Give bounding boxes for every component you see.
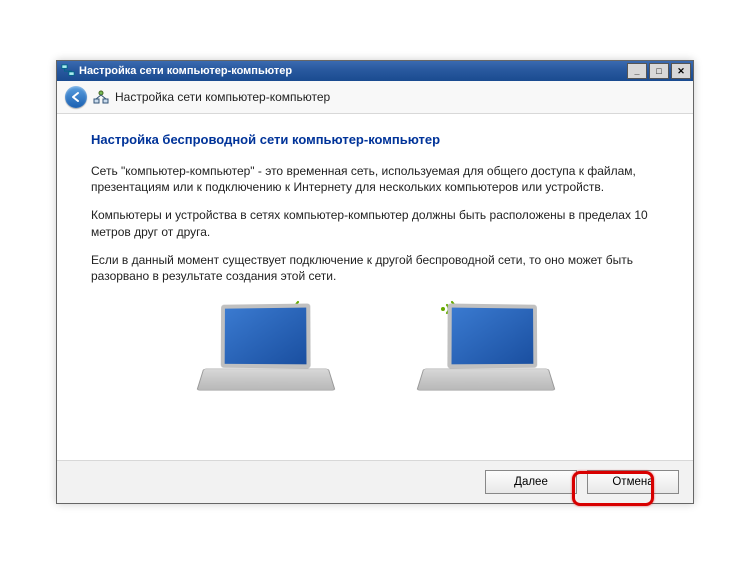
wizard-footer: Далее Отмена (57, 460, 693, 503)
close-button[interactable]: ✕ (671, 63, 691, 79)
wizard-window: Настройка сети компьютер-компьютер _ □ ✕… (56, 60, 694, 504)
titlebar: Настройка сети компьютер-компьютер _ □ ✕ (57, 61, 693, 81)
illustration (91, 296, 659, 406)
laptop-right-icon (410, 296, 560, 406)
adhoc-network-icon (93, 89, 109, 105)
network-setup-icon (61, 64, 75, 78)
page-heading: Настройка беспроводной сети компьютер-ко… (91, 132, 659, 147)
maximize-button[interactable]: □ (649, 63, 669, 79)
description-paragraph-3: Если в данный момент существует подключе… (91, 252, 659, 284)
wizard-content: Настройка беспроводной сети компьютер-ко… (57, 114, 693, 460)
laptop-left-icon (190, 296, 340, 406)
back-button[interactable] (65, 86, 87, 108)
next-button[interactable]: Далее (485, 470, 577, 494)
wizard-subtitle: Настройка сети компьютер-компьютер (115, 90, 330, 104)
minimize-button[interactable]: _ (627, 63, 647, 79)
window-title: Настройка сети компьютер-компьютер (79, 65, 627, 77)
cancel-button[interactable]: Отмена (587, 470, 679, 494)
description-paragraph-2: Компьютеры и устройства в сетях компьюте… (91, 207, 659, 239)
description-paragraph-1: Сеть "компьютер-компьютер" - это временн… (91, 163, 659, 195)
wizard-header: Настройка сети компьютер-компьютер (57, 81, 693, 114)
